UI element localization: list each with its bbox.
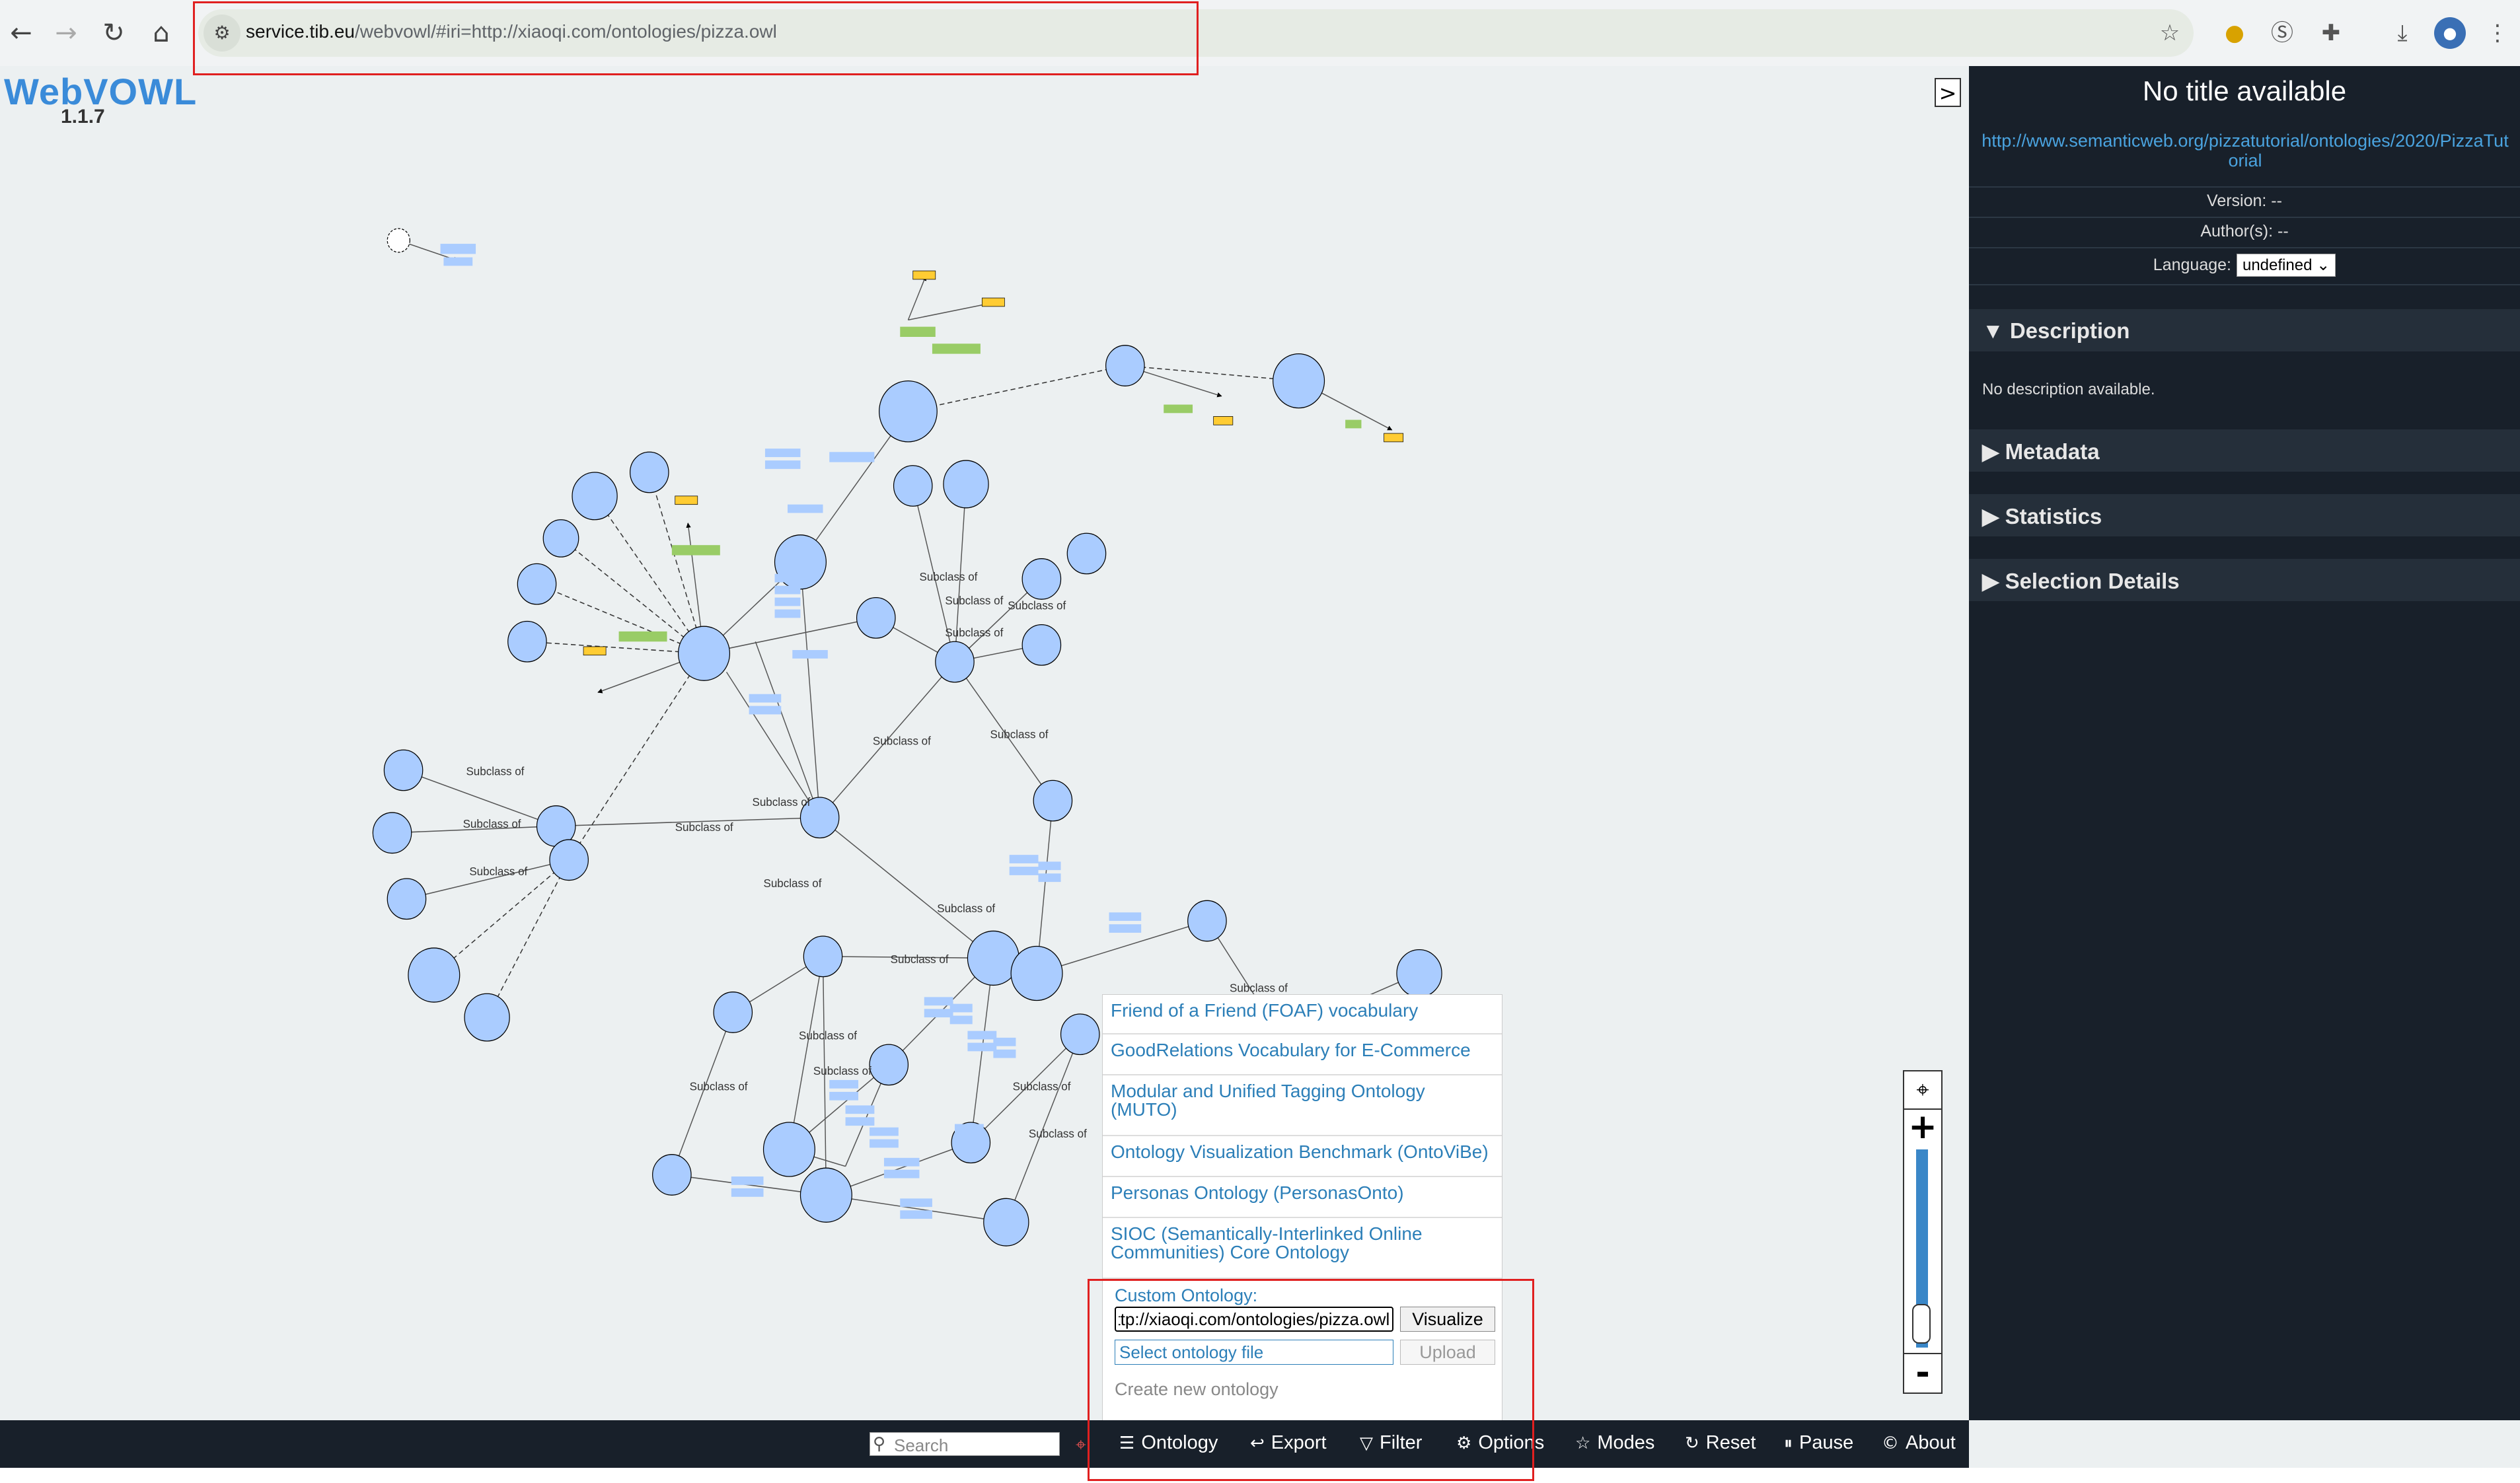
language-value: undefined (2242, 256, 2313, 274)
edge-label: Subclass of (1230, 981, 1288, 995)
locate-icon[interactable]: ⌖ (1904, 1071, 1941, 1110)
highlight-box-custom-ontology (1088, 1279, 1534, 1481)
modes-menu-button[interactable]: ☆ Modes (1575, 1432, 1654, 1454)
section-selection-details[interactable]: ▶ Selection Details (1969, 559, 2520, 601)
back-icon[interactable]: ← (3, 15, 40, 52)
collapse-arrow-icon: ▼ (1982, 318, 2004, 343)
home-icon[interactable]: ⌂ (143, 15, 180, 52)
locate-search-icon[interactable]: ⌖ (1076, 1433, 1086, 1456)
zoom-out-button[interactable]: - (1904, 1353, 1941, 1394)
edge-label: Subclass of (990, 727, 1049, 741)
edge-label: Subclass of (466, 764, 524, 778)
edge-label: Subclass of (1013, 1079, 1071, 1093)
section-description[interactable]: ▼ Description (1969, 309, 2520, 351)
edge-label: Subclass of (1029, 1127, 1087, 1141)
edge-label: Subclass of (799, 1029, 857, 1042)
menu-label: Pause (1799, 1432, 1854, 1453)
about-button[interactable]: © About (1882, 1432, 1956, 1454)
zoom-slider-handle[interactable] (1912, 1304, 1931, 1344)
profile-avatar[interactable]: ● (2434, 17, 2466, 49)
menu-kebab-icon[interactable]: ⋮ (2482, 17, 2513, 49)
ontology-option-muto[interactable]: Modular and Unified Tagging Ontology (MU… (1103, 1075, 1502, 1136)
ontology-title: No title available (2142, 75, 2347, 106)
ontology-option-ontovibe[interactable]: Ontology Visualization Benchmark (OntoVi… (1103, 1136, 1502, 1177)
language-row: Language: undefined ⌄ (1969, 254, 2520, 277)
section-metadata[interactable]: ▶ Metadata (1969, 429, 2520, 472)
edge-label: Subclass of (891, 953, 949, 966)
section-description-header: ▼ Description (1982, 318, 2130, 344)
edge-label: Subclass of (1008, 598, 1066, 612)
extension-medal-icon[interactable]: ● (2219, 17, 2250, 49)
sidebar-toggle-button[interactable]: > (1935, 78, 1961, 107)
divider (1969, 186, 2520, 188)
zoom-control: ⌖ + - (1903, 1070, 1943, 1394)
reset-icon: ↻ (1685, 1433, 1699, 1453)
menu-label: Reset (1705, 1432, 1756, 1453)
divider (1969, 217, 2520, 218)
description-text: No description available. (1982, 380, 2155, 398)
star-icon: ☆ (1575, 1433, 1591, 1453)
edge-label: Subclass of (469, 864, 527, 878)
sidebar: No title available http://www.semanticwe… (1969, 66, 2520, 1420)
graph-canvas[interactable]: Subclass of Subclass of Subclass of Subc… (0, 66, 1969, 1420)
edge-label: Subclass of (690, 1079, 748, 1093)
menu-label: About (1906, 1432, 1956, 1453)
edge-label: Subclass of (463, 817, 521, 831)
extension-s-icon[interactable]: Ⓢ (2266, 17, 2298, 49)
download-icon[interactable]: ⤓ (2387, 17, 2418, 49)
language-select[interactable]: undefined ⌄ (2236, 254, 2336, 277)
app-version: 1.1.7 (61, 106, 105, 127)
copyright-icon: © (1882, 1433, 1899, 1453)
section-statistics[interactable]: ▶ Statistics (1969, 494, 2520, 536)
extensions-puzzle-icon[interactable]: ✚ (2315, 17, 2347, 49)
reset-button[interactable]: ↻ Reset (1685, 1432, 1756, 1454)
edge-label: Subclass of (937, 902, 995, 916)
ontology-option-sioc[interactable]: SIOC (Semantically-Interlinked Online Co… (1103, 1218, 1502, 1279)
section-label: Selection Details (2005, 569, 2180, 593)
edge-label: Subclass of (675, 820, 733, 834)
highlight-box-url (193, 1, 1199, 75)
expand-arrow-icon: ▶ (1982, 569, 1999, 593)
zoom-in-button[interactable]: + (1904, 1108, 1941, 1147)
bookmark-star-icon[interactable]: ☆ (2154, 17, 2186, 49)
divider (1969, 247, 2520, 248)
search-input[interactable]: Search (894, 1435, 948, 1456)
forward-icon[interactable]: → (48, 15, 85, 52)
pause-button[interactable]: ⏸ Pause (1784, 1432, 1853, 1454)
edge-label: Subclass of (764, 876, 822, 890)
edge-label: Subclass of (945, 593, 1003, 607)
ontology-graph[interactable]: Subclass of Subclass of Subclass of Subc… (0, 66, 1969, 1420)
pause-icon: ⏸ (1784, 1433, 1793, 1453)
section-selection-details-header: ▶ Selection Details (1982, 568, 2180, 594)
section-label: Statistics (2005, 504, 2102, 528)
edge-label: Subclass of (752, 795, 810, 809)
edge-label: Subclass of (919, 570, 977, 584)
search-field[interactable]: ⚲ Search (870, 1432, 1060, 1456)
ontology-iri-link[interactable]: http://www.semanticweb.org/pizzatutorial… (1981, 131, 2509, 170)
reload-icon[interactable]: ↻ (95, 15, 132, 52)
language-label: Language: (2153, 256, 2231, 274)
ontology-authors: Author(s): -- (2200, 222, 2289, 240)
bottom-toolbar: ⚲ Search ⌖ ☰ Ontology ↩ Export ▽ Filter ⚙ Op… (0, 1420, 1969, 1468)
section-metadata-header: ▶ Metadata (1982, 439, 2100, 464)
expand-arrow-icon: ▶ (1982, 439, 1999, 464)
divider (1969, 284, 2520, 285)
section-label: Metadata (2005, 439, 2100, 464)
section-label: Description (2009, 318, 2130, 343)
edge-label: Subclass of (945, 626, 1003, 639)
expand-arrow-icon: ▶ (1982, 504, 1999, 528)
menu-label: Modes (1597, 1432, 1655, 1453)
ontology-option-foaf[interactable]: Friend of a Friend (FOAF) vocabulary (1103, 995, 1502, 1034)
ontology-version: Version: -- (2207, 192, 2282, 210)
edge-label: Subclass of (873, 734, 931, 748)
search-icon: ⚲ (873, 1434, 886, 1454)
section-statistics-header: ▶ Statistics (1982, 503, 2102, 529)
ontology-option-personas[interactable]: Personas Ontology (PersonasOnto) (1103, 1177, 1502, 1218)
edge-label: Subclass of (813, 1064, 871, 1078)
ontology-option-goodrelations[interactable]: GoodRelations Vocabulary for E-Commerce (1103, 1034, 1502, 1075)
